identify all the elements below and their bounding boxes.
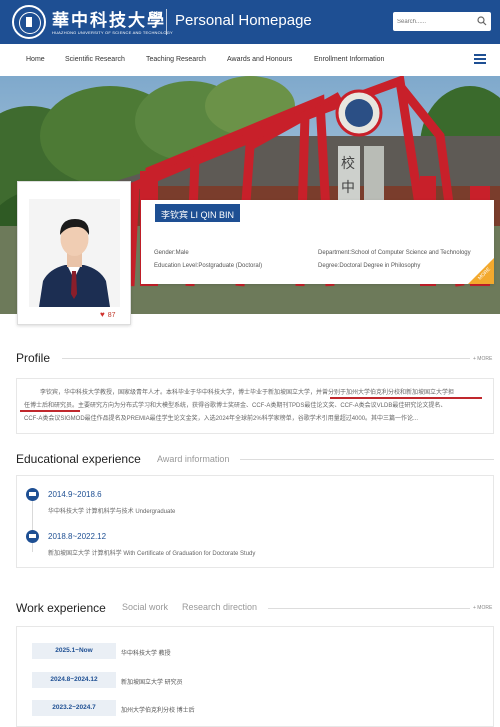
education-date-2: 2018.8~2022.12	[48, 532, 107, 541]
hamburger-menu-icon[interactable]	[474, 54, 486, 64]
tab-award-information[interactable]: Award information	[157, 454, 229, 464]
university-seal-icon[interactable]	[12, 5, 46, 39]
nav-item-home[interactable]: Home	[26, 56, 45, 63]
work-desc-3: 加州大学伯克利分校 博士后	[121, 708, 195, 714]
work-desc-2: 新加坡国立大学 研究员	[121, 680, 183, 686]
site-title[interactable]: Personal Homepage	[175, 12, 312, 29]
work-date-3: 2023.2~2024.7	[32, 700, 116, 716]
likes-counter[interactable]: ♥ 87	[100, 310, 116, 319]
name-badge: 李钦宾 LI QIN BIN	[155, 204, 241, 222]
education-level-field: Education Level:Postgraduate (Doctoral)	[154, 263, 263, 269]
profile-text-line-2: 任博士后和研究员。主要研究方向为分布式学习和大模型系统，获得谷歌博士奖研金、CC…	[24, 403, 447, 409]
graduation-cap-icon	[26, 530, 39, 543]
search-input[interactable]	[397, 14, 471, 29]
profile-more-link[interactable]: + MORE	[473, 356, 492, 362]
header-bar: 華中科技大學 HUAZHONG UNIVERSITY OF SCIENCE AN…	[0, 0, 500, 44]
likes-count: 87	[107, 312, 116, 319]
department-field: Department:School of Computer Science an…	[318, 250, 471, 256]
nav-item-awards-honours[interactable]: Awards and Honours	[227, 56, 292, 63]
university-logo-name[interactable]: 華中科技大學	[52, 6, 166, 31]
education-section-divider	[240, 459, 494, 460]
education-timeline	[32, 494, 33, 552]
profile-text-line-3: CCF-A类会议SIGMOD最佳作品提名及PREMIA最佳学生论文金奖，入选20…	[24, 416, 419, 422]
work-date-1: 2025.1~Now	[32, 643, 116, 659]
graduation-cap-icon	[26, 488, 39, 501]
main-nav: Home Scientific Research Teaching Resear…	[16, 45, 494, 76]
highlight-underline-2	[20, 410, 80, 412]
profile-text: 李钦宾，华中科技大学教授，国家级青年人才。本科毕业于华中科技大学，博士毕业于新加…	[24, 387, 486, 426]
gender-field: Gender:Male	[154, 250, 189, 256]
degree-field: Degree:Doctoral Degree in Philosophy	[318, 263, 421, 269]
heart-icon[interactable]: ♥	[100, 310, 105, 319]
education-date-1: 2014.9~2018.6	[48, 490, 102, 499]
nav-item-enrollment-information[interactable]: Enrollment Information	[314, 56, 384, 63]
education-section-title[interactable]: Educational experience	[16, 452, 141, 466]
education-desc-2: 新加坡国立大学 计算机科学 With Certificate of Gradua…	[48, 551, 256, 557]
svg-text:中: 中	[341, 180, 355, 196]
search-box[interactable]	[393, 12, 491, 31]
profile-section-divider	[62, 358, 470, 359]
profile-section-title: Profile	[16, 351, 51, 365]
tab-social-work[interactable]: Social work	[122, 602, 168, 612]
logo-divider	[166, 9, 167, 35]
work-section-title[interactable]: Work experience	[16, 601, 106, 615]
work-more-link[interactable]: + MORE	[473, 605, 492, 611]
highlight-underline-1	[330, 397, 482, 399]
tab-research-direction[interactable]: Research direction	[182, 602, 257, 612]
search-icon[interactable]	[477, 16, 487, 26]
nav-item-teaching-research[interactable]: Teaching Research	[146, 56, 206, 63]
work-date-2: 2024.8~2024.12	[32, 672, 116, 688]
university-logo-english: HUAZHONG UNIVERSITY OF SCIENCE AND TECHN…	[52, 30, 173, 35]
profile-photo	[29, 199, 120, 307]
svg-text:校: 校	[341, 155, 355, 172]
work-section-divider	[268, 608, 470, 609]
profile-info-card: 李钦宾 LI QIN BIN Gender:Male Education Lev…	[141, 200, 494, 284]
profile-photo-card: ♥ 87	[17, 181, 131, 325]
education-desc-1: 华中科技大学 计算机科学与技术 Undergraduate	[48, 509, 176, 515]
work-desc-1: 华中科技大学 教授	[121, 651, 171, 657]
nav-item-scientific-research[interactable]: Scientific Research	[65, 56, 125, 63]
